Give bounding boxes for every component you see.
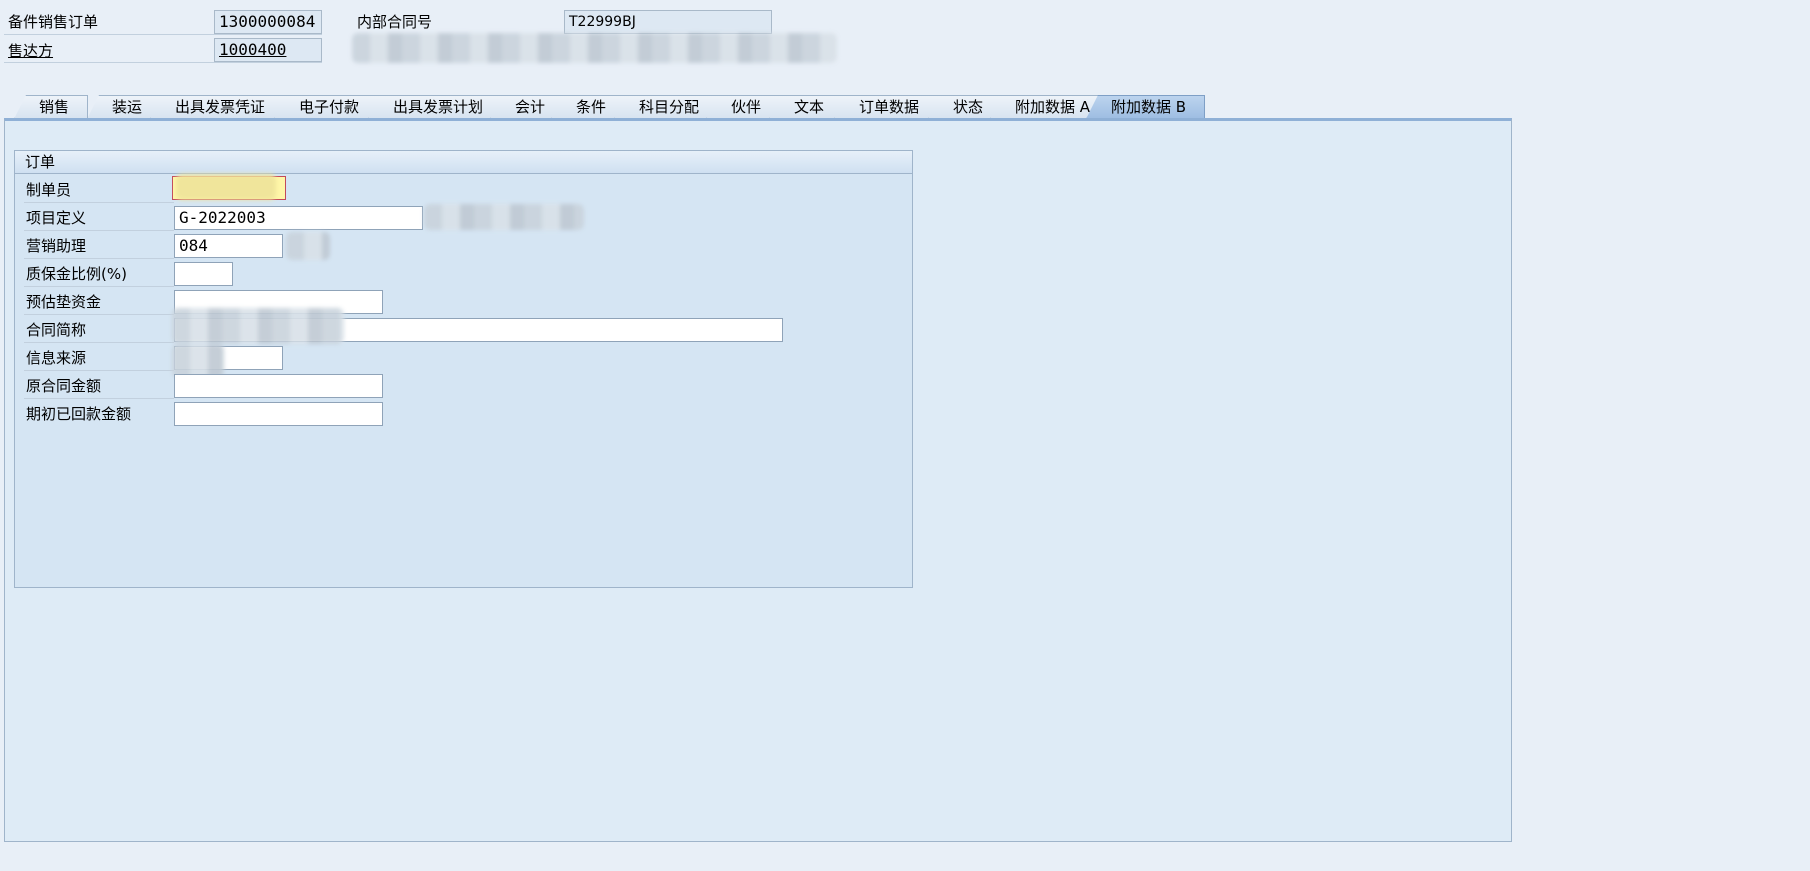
order-type-label: 备件销售订单: [8, 13, 99, 31]
tab-electronic-payment[interactable]: 电子付款: [274, 95, 386, 119]
tab-billing-plan[interactable]: 出具发票计划: [368, 95, 506, 119]
internal-contract-field[interactable]: T22999BJ: [564, 10, 772, 34]
group-title: 订单: [15, 151, 912, 174]
warranty-ratio-input[interactable]: [174, 262, 233, 286]
tab-additional-data-a[interactable]: 附加数据 A: [990, 95, 1103, 119]
header-divider-2: [4, 62, 322, 63]
initial-received-amount-input[interactable]: [174, 402, 383, 426]
row-divider: [24, 202, 174, 203]
row-divider: [24, 286, 174, 287]
field-label-marketing-assistant: 营销助理: [26, 237, 87, 255]
sold-to-field[interactable]: 1000400: [214, 38, 322, 62]
field-label-project: 项目定义: [26, 209, 87, 227]
tab-billing-document[interactable]: 出具发票凭证: [150, 95, 289, 119]
field-label-original-contract-amount: 原合同金额: [26, 377, 102, 395]
project-definition-input[interactable]: G-2022003: [174, 206, 423, 230]
field-label-creator: 制单员: [26, 181, 72, 199]
redacted-contract-name: [172, 308, 344, 344]
redacted-creator: [176, 174, 276, 200]
redacted-assistant-name: [286, 232, 330, 260]
redacted-sold-to-name: [352, 33, 837, 63]
tab-order-data[interactable]: 订单数据: [834, 95, 945, 119]
sold-to-label[interactable]: 售达方: [8, 40, 53, 62]
row-divider: [24, 258, 174, 259]
tab-additional-data-b[interactable]: 附加数据 B: [1086, 95, 1205, 119]
marketing-assistant-input[interactable]: 084: [174, 234, 283, 258]
header-divider: [4, 34, 322, 35]
row-divider: [24, 314, 174, 315]
row-divider: [24, 398, 174, 399]
tab-account-assignment[interactable]: 科目分配: [614, 95, 723, 119]
internal-contract-label: 内部合同号: [357, 13, 433, 31]
field-label-info-source: 信息来源: [26, 349, 87, 367]
row-divider: [24, 370, 174, 371]
redacted-info-source: [172, 344, 224, 378]
field-label-warranty-ratio: 质保金比例(%): [26, 265, 127, 283]
field-label-contract-short-name: 合同简称: [26, 321, 87, 339]
order-number-field[interactable]: 1300000084: [214, 10, 322, 34]
field-label-initial-received-amount: 期初已回款金额: [26, 405, 132, 423]
tab-sales[interactable]: 销售: [14, 95, 88, 119]
redacted-project-desc: [424, 204, 584, 230]
row-divider: [24, 230, 174, 231]
original-contract-amount-input[interactable]: [174, 374, 383, 398]
row-divider: [24, 342, 174, 343]
field-label-estimated-advance: 预估垫资金: [26, 293, 102, 311]
